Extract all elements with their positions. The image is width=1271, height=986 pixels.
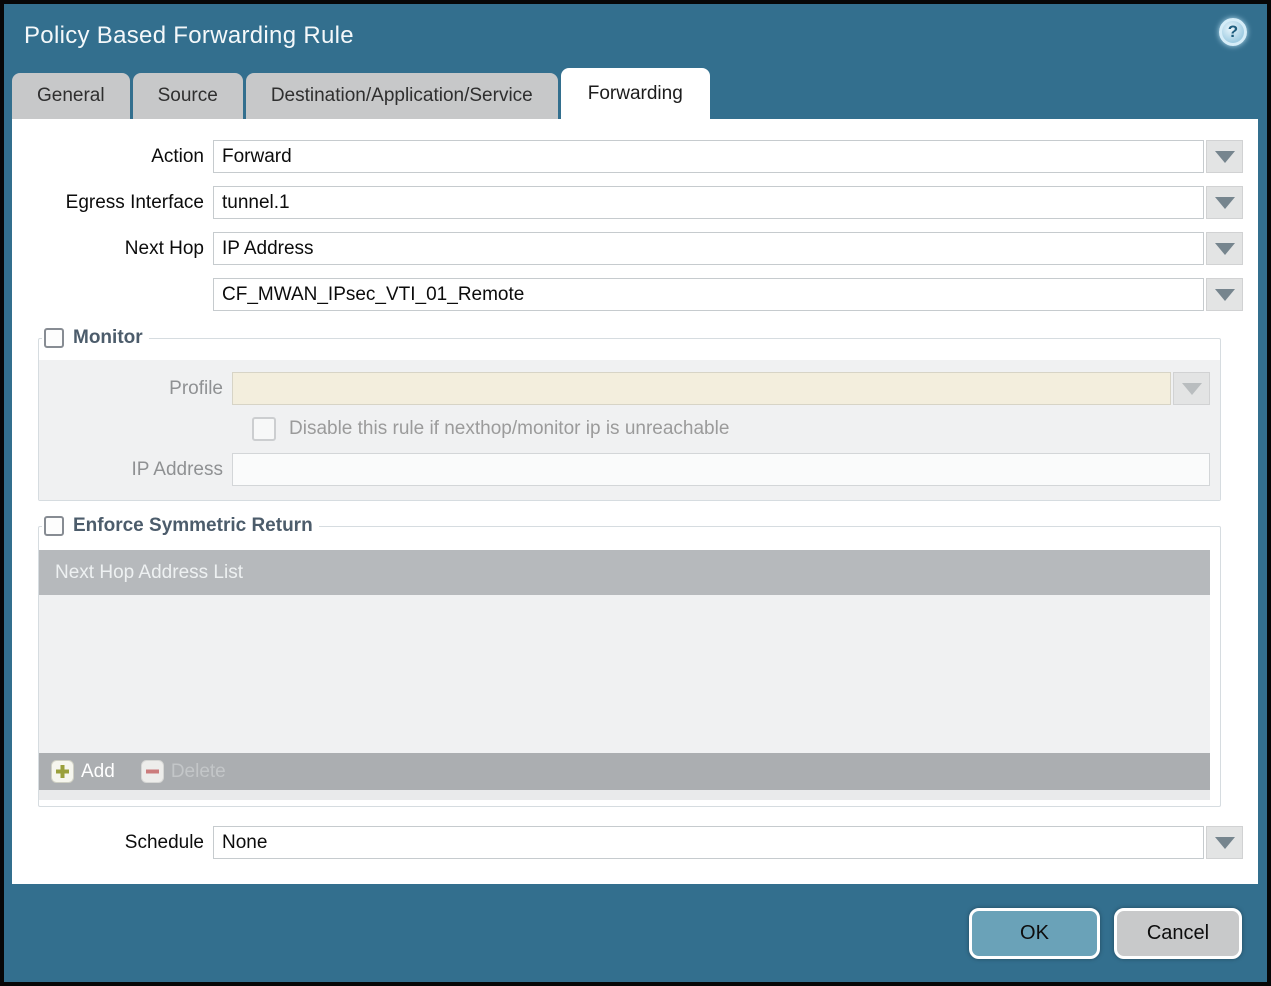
monitor-ip-address-input	[232, 453, 1210, 486]
schedule-dropdown-button[interactable]	[1206, 826, 1243, 859]
symmetric-return-legend-label: Enforce Symmetric Return	[73, 515, 313, 536]
delete-button: Delete	[140, 760, 226, 783]
tab-forwarding[interactable]: Forwarding	[560, 68, 710, 119]
egress-interface-dropdown-button[interactable]	[1206, 186, 1243, 219]
action-dropdown-button[interactable]	[1206, 140, 1243, 173]
chevron-down-icon	[1214, 150, 1235, 163]
tab-source[interactable]: Source	[132, 73, 243, 119]
dialog-title: Policy Based Forwarding Rule	[24, 22, 354, 49]
next-hop-address-select[interactable]: CF_MWAN_IPsec_VTI_01_Remote	[213, 278, 1204, 311]
tab-destination-application-service[interactable]: Destination/Application/Service	[245, 73, 558, 119]
egress-interface-row: Egress Interface tunnel.1	[12, 186, 1243, 219]
minus-icon	[140, 760, 164, 783]
symmetric-return-section: Enforce Symmetric Return Next Hop Addres…	[38, 515, 1221, 807]
table-body	[39, 595, 1210, 753]
help-icon[interactable]: ?	[1219, 18, 1247, 46]
add-button[interactable]: Add	[51, 760, 115, 783]
next-hop-type-select[interactable]: IP Address	[213, 232, 1204, 265]
monitor-body: Profile Disable this rule if nexthop/mon…	[39, 360, 1220, 500]
profile-dropdown-button	[1173, 372, 1210, 405]
monitor-ip-address-label: IP Address	[131, 458, 223, 480]
add-button-label: Add	[81, 760, 115, 782]
monitor-ip-address-row: IP Address	[39, 453, 1220, 486]
cancel-button[interactable]: Cancel	[1114, 907, 1242, 959]
next-hop-row: Next Hop IP Address	[12, 232, 1243, 265]
next-hop-address-dropdown-button[interactable]	[1206, 278, 1243, 311]
dialog-titlebar: Policy Based Forwarding Rule ?	[4, 4, 1267, 68]
delete-button-label: Delete	[170, 760, 226, 782]
chevron-down-icon	[1181, 382, 1202, 395]
chevron-down-icon	[1214, 196, 1235, 209]
monitor-checkbox[interactable]	[44, 328, 64, 348]
tab-bar: General Source Destination/Application/S…	[4, 68, 1267, 119]
disable-rule-row: Disable this rule if nexthop/monitor ip …	[39, 417, 1220, 441]
ok-button[interactable]: OK	[969, 907, 1100, 959]
monitor-section: Monitor Profile Disable this rule if nex…	[38, 327, 1221, 501]
profile-select	[232, 372, 1171, 405]
next-hop-address-list-table: Next Hop Address List Add Delete	[39, 550, 1210, 800]
tab-general[interactable]: General	[12, 73, 130, 119]
symmetric-return-checkbox[interactable]	[44, 516, 64, 536]
schedule-select[interactable]: None	[213, 826, 1204, 859]
egress-interface-label: Egress Interface	[65, 191, 204, 213]
pbf-rule-dialog: Policy Based Forwarding Rule ? General S…	[0, 0, 1271, 986]
chevron-down-icon	[1214, 836, 1235, 849]
table-column-header: Next Hop Address List	[39, 550, 1210, 595]
symmetric-return-legend: Enforce Symmetric Return	[42, 515, 319, 537]
schedule-row: Schedule None	[12, 826, 1243, 859]
action-select[interactable]: Forward	[213, 140, 1204, 173]
monitor-legend: Monitor	[42, 327, 149, 349]
action-row: Action Forward	[12, 140, 1243, 173]
chevron-down-icon	[1214, 288, 1235, 301]
profile-row: Profile	[39, 372, 1220, 405]
dialog-footer: OK Cancel	[4, 884, 1267, 982]
chevron-down-icon	[1214, 242, 1235, 255]
egress-interface-select[interactable]: tunnel.1	[213, 186, 1204, 219]
plus-icon	[51, 760, 74, 783]
table-scrollbar-track[interactable]	[39, 790, 1210, 800]
action-label: Action	[151, 145, 204, 167]
forwarding-tab-panel: Action Forward Egress Interface tunnel.1…	[12, 119, 1258, 887]
disable-rule-checkbox	[252, 417, 276, 441]
monitor-legend-label: Monitor	[73, 327, 143, 348]
profile-label: Profile	[169, 377, 223, 399]
disable-rule-label: Disable this rule if nexthop/monitor ip …	[289, 418, 730, 439]
schedule-label: Schedule	[124, 831, 204, 853]
next-hop-address-row: CF_MWAN_IPsec_VTI_01_Remote	[12, 278, 1243, 311]
next-hop-label: Next Hop	[124, 237, 204, 259]
next-hop-type-dropdown-button[interactable]	[1206, 232, 1243, 265]
table-footer: Add Delete	[39, 753, 1210, 790]
